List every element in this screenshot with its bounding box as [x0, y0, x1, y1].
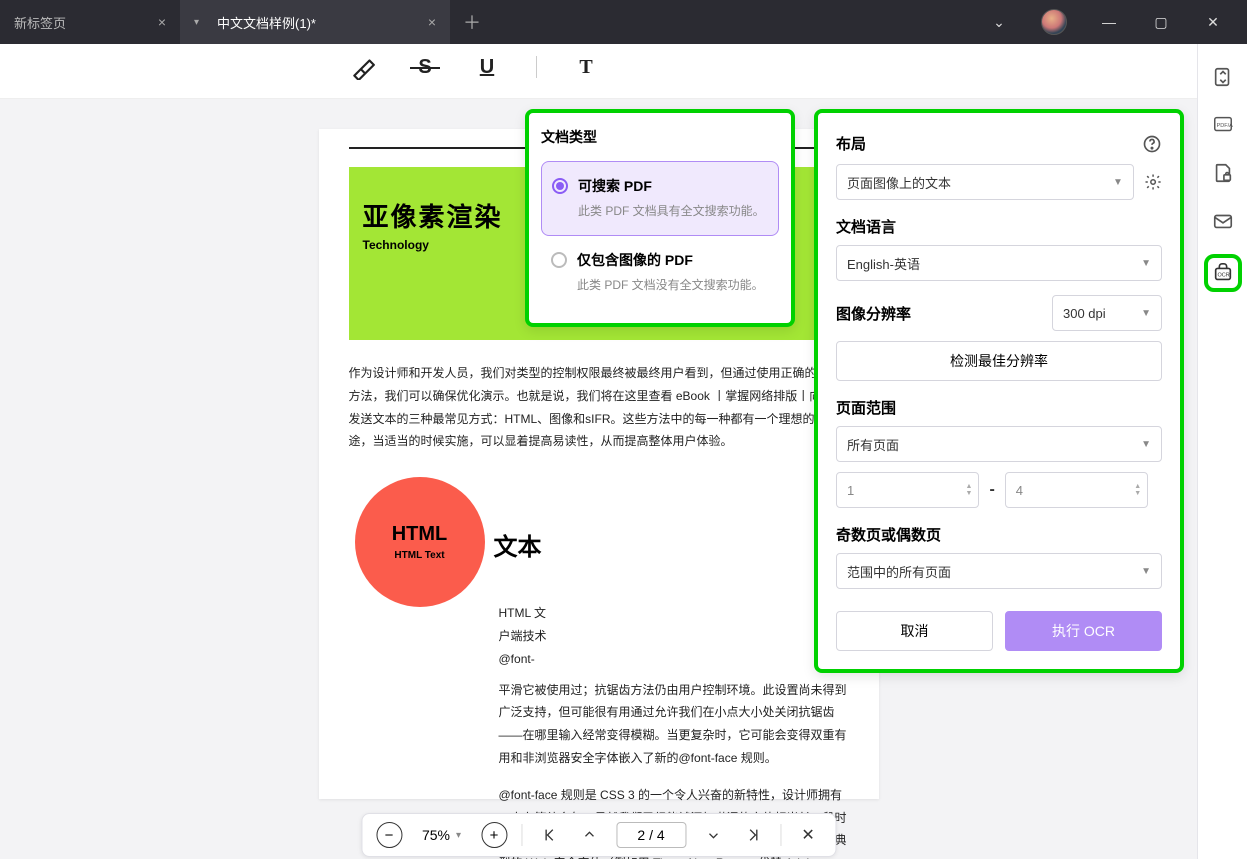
parity-select[interactable]: 范围中的所有页面 ▼: [836, 553, 1162, 589]
page-range-select[interactable]: 所有页面 ▼: [836, 426, 1162, 462]
ocr-settings-panel: 布局 页面图像上的文本 ▼ 文档语言 English-英语 ▼ 图像分辨率: [814, 109, 1184, 673]
resolution-label: 图像分辨率: [836, 303, 911, 324]
select-value: 页面图像上的文本: [847, 173, 951, 192]
option-title: 可搜索 PDF: [578, 176, 765, 196]
prev-page-button[interactable]: [576, 822, 602, 848]
option-title: 仅包含图像的 PDF: [577, 250, 764, 270]
help-icon[interactable]: [1142, 134, 1162, 154]
strikethrough-icon[interactable]: S: [412, 54, 438, 80]
section-heading: 文本: [494, 527, 849, 562]
resolution-select[interactable]: 300 dpi ▼: [1052, 295, 1162, 331]
page-to-input[interactable]: 4 ▲▼: [1005, 472, 1148, 508]
chevron-down-icon: ▼: [1141, 308, 1151, 319]
close-button[interactable]: ✕: [1203, 14, 1223, 31]
spin-up-icon[interactable]: ▲: [1134, 483, 1141, 490]
text-tool-icon[interactable]: T: [573, 54, 599, 80]
zoom-out-button[interactable]: −: [376, 822, 402, 848]
option-image-only-pdf[interactable]: 仅包含图像的 PDF 此类 PDF 文档没有全文搜索功能。: [541, 236, 779, 309]
svg-text:PDF/A: PDF/A: [1216, 123, 1233, 129]
circle-subtitle: HTML Text: [394, 550, 444, 561]
option-searchable-pdf[interactable]: 可搜索 PDF 此类 PDF 文档具有全文搜索功能。: [541, 161, 779, 236]
circle-graphic: HTML HTML Text: [355, 477, 485, 607]
page-navigation-bar: − 75% ▾ + 2 / 4 ✕: [361, 813, 836, 857]
chevron-down-icon: ▼: [1141, 566, 1151, 577]
spin-down-icon[interactable]: ▼: [966, 490, 973, 497]
zoom-in-button[interactable]: +: [481, 822, 507, 848]
ocr-icon[interactable]: OCR: [1208, 258, 1238, 288]
radio-icon: [551, 252, 567, 268]
language-select[interactable]: English-英语 ▼: [836, 245, 1162, 281]
title-bar: 新标签页 × ▾ 中文文档样例(1)* × ＋ ⌄ — ▢ ✕: [0, 0, 1247, 44]
separator: [536, 56, 537, 78]
input-value: 1: [847, 483, 854, 498]
select-value: 所有页面: [847, 435, 899, 454]
separator: [780, 824, 781, 846]
run-ocr-button[interactable]: 执行 OCR: [1005, 611, 1162, 651]
chevron-down-icon: ▼: [1141, 439, 1151, 450]
separator: [521, 824, 522, 846]
tab-new[interactable]: 新标签页 ×: [0, 0, 180, 44]
underline-icon[interactable]: U: [474, 54, 500, 80]
chevron-down-icon[interactable]: ▾: [194, 17, 199, 28]
maximize-button[interactable]: ▢: [1151, 14, 1171, 31]
format-toolbar: S U T: [0, 44, 1197, 99]
select-value: 300 dpi: [1063, 306, 1106, 321]
document-type-popup: 文档类型 可搜索 PDF 此类 PDF 文档具有全文搜索功能。 仅包含图像的 P…: [525, 109, 795, 327]
tab-document[interactable]: ▾ 中文文档样例(1)* ×: [180, 0, 450, 44]
tab-label: 中文文档样例(1)*: [217, 13, 316, 32]
spin-down-icon[interactable]: ▼: [1134, 490, 1141, 497]
mail-icon[interactable]: [1212, 210, 1234, 232]
select-value: English-英语: [847, 254, 920, 273]
option-description: 此类 PDF 文档没有全文搜索功能。: [577, 276, 764, 295]
zoom-value: 75%: [422, 827, 450, 843]
layout-select[interactable]: 页面图像上的文本 ▼: [836, 164, 1134, 200]
minimize-button[interactable]: —: [1099, 14, 1119, 30]
secure-file-icon[interactable]: [1212, 162, 1234, 184]
next-page-button[interactable]: [700, 822, 726, 848]
body-snippet: @font-: [499, 648, 849, 671]
close-bar-button[interactable]: ✕: [795, 822, 821, 848]
chevron-down-icon: ▾: [456, 830, 461, 841]
body-paragraph: 作为设计师和开发人员，我们对类型的控制权限最终被最终用户看到，但通过使用正确的交…: [349, 362, 849, 453]
convert-icon[interactable]: [1212, 66, 1234, 88]
tab-label: 新标签页: [14, 13, 66, 32]
add-tab-button[interactable]: ＋: [450, 0, 494, 44]
close-icon[interactable]: ×: [158, 14, 166, 30]
zoom-select[interactable]: 75% ▾: [416, 827, 467, 843]
first-page-button[interactable]: [536, 822, 562, 848]
svg-text:OCR: OCR: [1217, 273, 1229, 279]
body-snippet: HTML 文: [499, 602, 849, 625]
layout-label: 布局: [836, 133, 866, 154]
spin-up-icon[interactable]: ▲: [966, 483, 973, 490]
avatar[interactable]: [1041, 9, 1067, 35]
chevron-down-icon: ▼: [1113, 177, 1123, 188]
input-value: 4: [1016, 483, 1023, 498]
option-description: 此类 PDF 文档具有全文搜索功能。: [578, 202, 765, 221]
circle-title: HTML: [392, 523, 448, 546]
radio-icon: [552, 178, 568, 194]
language-label: 文档语言: [836, 216, 1162, 237]
highlighter-icon[interactable]: [350, 54, 376, 80]
close-icon[interactable]: ×: [428, 14, 436, 30]
chevron-down-icon: ▼: [1141, 258, 1151, 269]
pdfa-icon[interactable]: PDF/A: [1212, 114, 1234, 136]
page-input[interactable]: 2 / 4: [616, 822, 686, 848]
detect-resolution-button[interactable]: 检测最佳分辨率: [836, 341, 1162, 381]
body-paragraph: 平滑它被使用过；抗锯齿方法仍由用户控制环境。此设置尚未得到广泛支持，但可能很有用…: [499, 679, 849, 770]
parity-label: 奇数页或偶数页: [836, 524, 1162, 545]
last-page-button[interactable]: [740, 822, 766, 848]
popup-title: 文档类型: [541, 127, 779, 147]
page-range-label: 页面范围: [836, 397, 1162, 418]
range-separator: -: [989, 481, 994, 499]
cancel-button[interactable]: 取消: [836, 611, 993, 651]
chevron-down-icon[interactable]: ⌄: [989, 14, 1009, 31]
select-value: 范围中的所有页面: [847, 562, 951, 581]
right-tool-rail: PDF/A OCR: [1197, 44, 1247, 859]
page-from-input[interactable]: 1 ▲▼: [836, 472, 979, 508]
gear-icon[interactable]: [1144, 172, 1162, 192]
body-snippet: 户端技术: [499, 625, 849, 648]
